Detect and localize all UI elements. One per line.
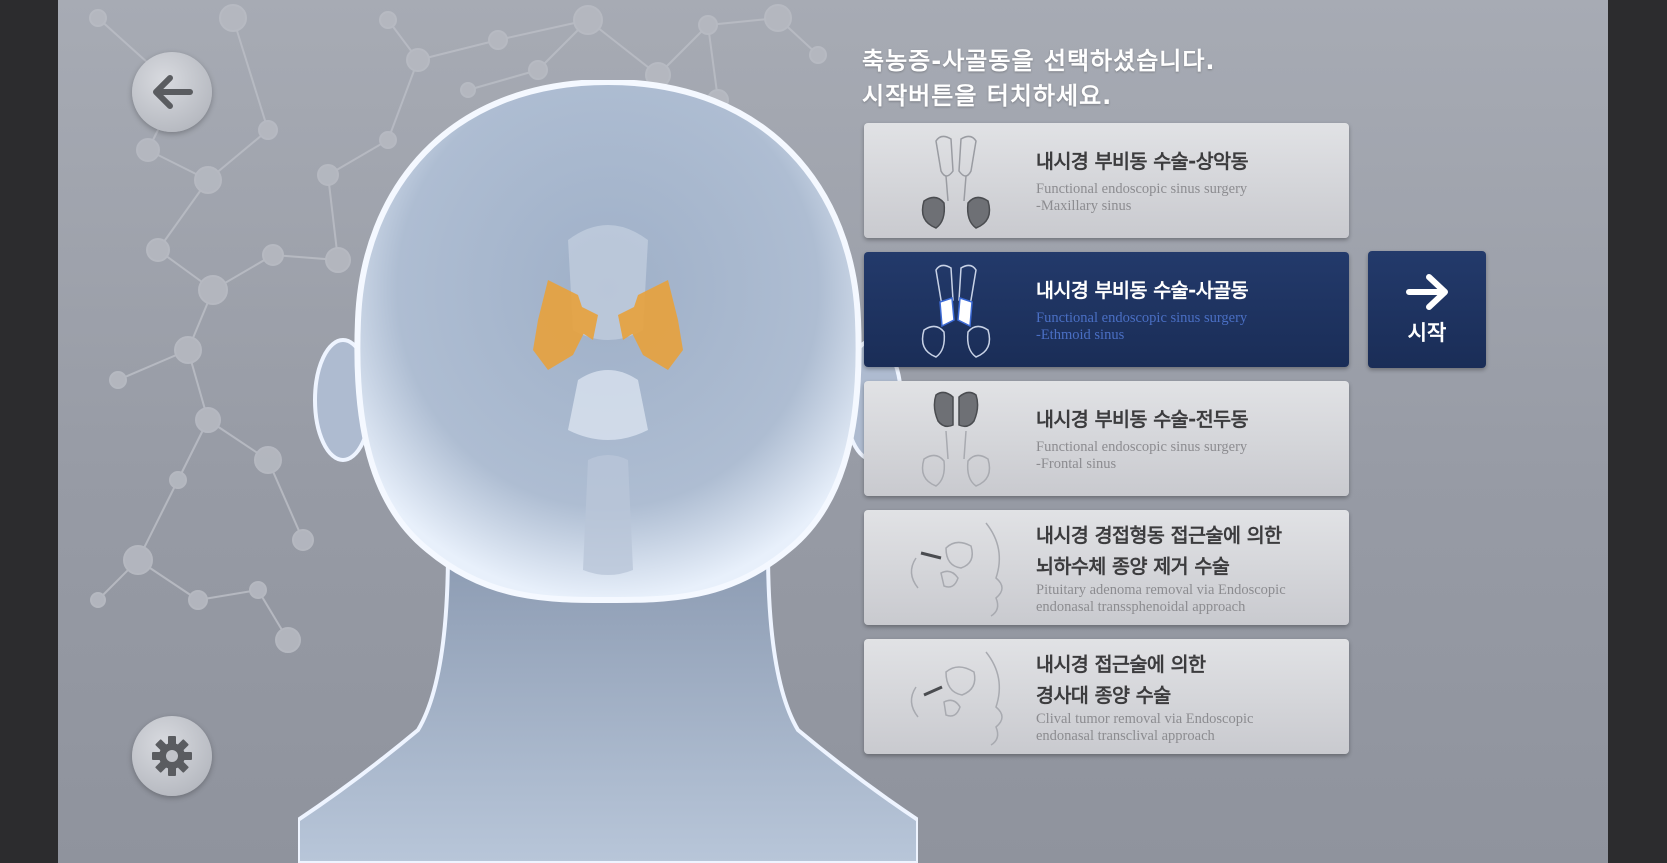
ethmoid-sinus-icon	[921, 264, 991, 358]
arrow-right-icon	[1406, 273, 1448, 310]
procedure-text: 내시경 접근술에 의한 경사대 종양 수술 Clival tumor remov…	[1036, 639, 1339, 754]
procedure-subtitle-2: endonasal transsphenoidal approach	[1036, 598, 1246, 615]
procedure-subtitle-1: Functional endoscopic sinus surgery	[1036, 310, 1248, 326]
procedure-text: 내시경 부비동 수술-상악동 Functional endoscopic sin…	[1036, 123, 1339, 238]
gear-icon	[152, 736, 192, 776]
procedure-text: 내시경 부비동 수술-사골동 Functional endoscopic sin…	[1036, 252, 1339, 367]
prompt-line-2: 시작버튼을 터치하세요.	[862, 82, 1113, 110]
prompt-line-1: 축농증-사골동을 선택하셨습니다.	[862, 47, 1216, 75]
procedure-subtitle-2: -Maxillary sinus	[1036, 198, 1132, 214]
procedure-title-2: 뇌하수체 종양 제거 수술	[1036, 554, 1230, 578]
procedure-subtitle-2: endonasal transclival approach	[1036, 727, 1215, 744]
procedure-subtitle-1: Functional endoscopic sinus surgery	[1036, 439, 1248, 455]
arrow-left-icon	[153, 75, 193, 109]
procedure-title: 내시경 경접형동 접근술에 의한	[1036, 523, 1282, 547]
main-stage	[58, 0, 1608, 863]
procedure-subtitle-2: -Ethmoid sinus	[1036, 327, 1125, 343]
procedure-title: 내시경 부비동 수술-상악동	[1036, 150, 1249, 173]
start-button-label: 시작	[1407, 320, 1447, 345]
frontal-sinus-icon	[921, 391, 991, 487]
procedure-card-clival[interactable]: 내시경 접근술에 의한 경사대 종양 수술 Clival tumor remov…	[864, 639, 1349, 754]
procedure-title: 내시경 부비동 수술-전두동	[1036, 408, 1249, 431]
procedure-subtitle-2: -Frontal sinus	[1036, 456, 1117, 472]
back-button[interactable]	[132, 52, 212, 132]
procedure-subtitle-1: Pituitary adenoma removal via Endoscopic	[1036, 581, 1286, 598]
clival-approach-icon	[910, 651, 1003, 746]
settings-button[interactable]	[132, 716, 212, 796]
pituitary-approach-icon	[910, 522, 1003, 617]
procedure-card-ethmoid[interactable]: 내시경 부비동 수술-사골동 Functional endoscopic sin…	[864, 252, 1349, 367]
procedure-title-2: 경사대 종양 수술	[1036, 683, 1171, 707]
procedure-title: 내시경 접근술에 의한	[1036, 652, 1206, 676]
start-button[interactable]: 시작	[1368, 251, 1486, 368]
maxillary-sinus-icon	[921, 135, 991, 229]
procedure-title: 내시경 부비동 수술-사골동	[1036, 279, 1249, 302]
procedure-subtitle-1: Clival tumor removal via Endoscopic	[1036, 710, 1254, 727]
selection-prompt: 축농증-사골동을 선택하셨습니다. 시작버튼을 터치하세요.	[862, 44, 1216, 114]
procedure-card-pituitary[interactable]: 내시경 경접형동 접근술에 의한 뇌하수체 종양 제거 수술 Pituitary…	[864, 510, 1349, 625]
procedure-text: 내시경 부비동 수술-전두동 Functional endoscopic sin…	[1036, 381, 1339, 496]
procedure-card-maxillary[interactable]: 내시경 부비동 수술-상악동 Functional endoscopic sin…	[864, 123, 1349, 238]
procedure-subtitle-1: Functional endoscopic sinus surgery	[1036, 181, 1248, 197]
procedure-text: 내시경 경접형동 접근술에 의한 뇌하수체 종양 제거 수술 Pituitary…	[1036, 510, 1339, 625]
procedure-card-frontal[interactable]: 내시경 부비동 수술-전두동 Functional endoscopic sin…	[864, 381, 1349, 496]
head-anatomy-illustration	[298, 80, 918, 863]
